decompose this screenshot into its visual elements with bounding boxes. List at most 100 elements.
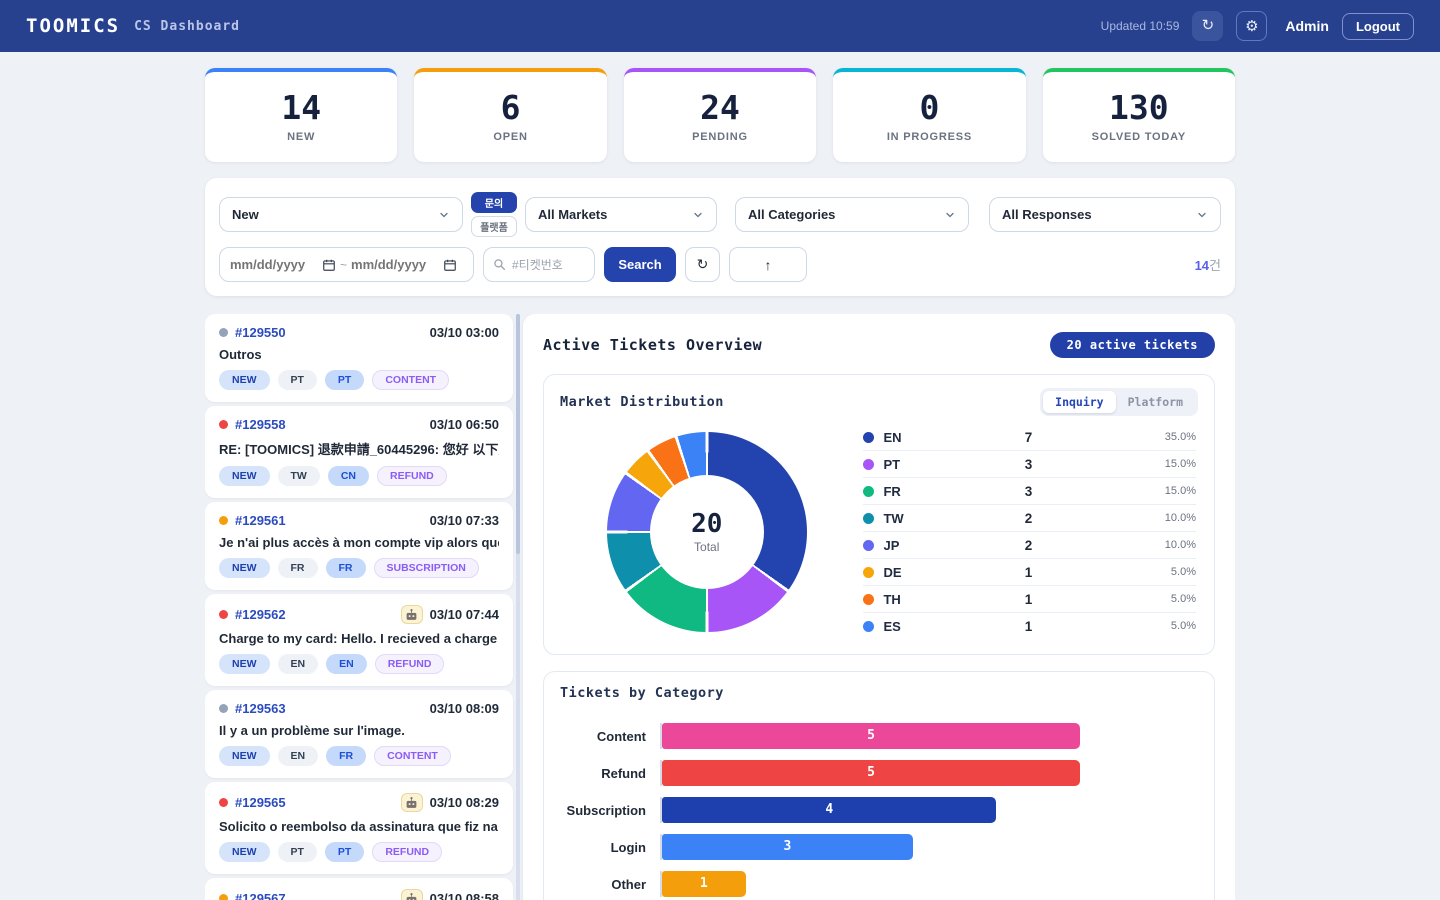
scroll-top-button[interactable]: ↑ xyxy=(729,247,807,282)
ticket-title: Je n'ai plus accès à mon compte vip alor… xyxy=(219,535,499,550)
status-filter-select[interactable]: New xyxy=(219,197,463,232)
legend-count: 3 xyxy=(993,457,1063,472)
result-count: 14건 xyxy=(1195,255,1221,274)
status-dot xyxy=(219,328,228,337)
response-filter-select[interactable]: All Responses xyxy=(989,197,1221,232)
ticket-list-scrollbar[interactable] xyxy=(516,314,520,900)
ticket-search-box xyxy=(483,247,595,282)
category-filter-select[interactable]: All Categories xyxy=(735,197,969,232)
refresh-button[interactable]: ↻ xyxy=(1192,11,1223,41)
ticket-id-link[interactable]: #129561 xyxy=(235,513,286,528)
bot-reply-icon xyxy=(401,793,423,812)
chart-mode-toggle: Inquiry Platform xyxy=(1040,388,1198,416)
market-donut-chart: 20 Total xyxy=(607,432,807,632)
bot-reply-icon xyxy=(401,605,423,624)
filter-bar: New 문의 플랫폼 All Markets All Categories Al… xyxy=(205,178,1235,296)
legend-color-dot xyxy=(863,540,874,551)
stat-card-new[interactable]: 14NEW xyxy=(205,68,397,162)
toggle-platform[interactable]: 플랫폼 xyxy=(471,216,517,237)
stat-card-in-progress[interactable]: 0IN PROGRESS xyxy=(833,68,1025,162)
bar-row: Login3 xyxy=(560,834,1198,860)
ticket-id-link[interactable]: #129550 xyxy=(235,325,286,340)
legend-row: TH15.0% xyxy=(863,586,1196,613)
app-subtitle: CS Dashboard xyxy=(134,19,240,34)
legend-label: TH xyxy=(883,592,993,607)
legend-row: JP210.0% xyxy=(863,532,1196,559)
logout-button[interactable]: Logout xyxy=(1342,13,1414,40)
bar-category-label: Other xyxy=(560,877,660,892)
ticket-id-link[interactable]: #129563 xyxy=(235,701,286,716)
ticket-id-link[interactable]: #129558 xyxy=(235,417,286,432)
bar-row: Content5 xyxy=(560,723,1198,749)
legend-count: 2 xyxy=(993,538,1063,553)
stat-label: OPEN xyxy=(493,131,527,143)
status-dot xyxy=(219,894,228,900)
market-legend: EN735.0%PT315.0%FR315.0%TW210.0%JP210.0%… xyxy=(853,422,1198,641)
status-dot xyxy=(219,516,228,525)
ticket-tag-category: REFUND xyxy=(372,842,442,862)
stat-value: 0 xyxy=(919,91,939,126)
ticket-timestamp: 03/10 03:00 xyxy=(430,325,499,340)
donut-total-label: Total xyxy=(694,540,719,554)
ticket-id-link[interactable]: #129567 xyxy=(235,891,286,900)
legend-percent: 10.0% xyxy=(1063,539,1196,551)
active-tickets-overview-panel: Active Tickets Overview 20 active ticket… xyxy=(523,314,1235,900)
legend-row: FR315.0% xyxy=(863,478,1196,505)
ticket-list-item[interactable]: #12955003/10 03:00OutrosNEWPTPTCONTENT xyxy=(205,314,513,402)
ticket-tag-category: SUBSCRIPTION xyxy=(374,558,479,578)
status-dot xyxy=(219,420,228,429)
legend-color-dot xyxy=(863,594,874,605)
category-bar-chart: Content5Refund5Subscription4Login3Other1 xyxy=(560,723,1198,900)
last-updated-text: Updated 10:59 xyxy=(1101,19,1180,33)
settings-button[interactable]: ⚙ xyxy=(1236,11,1267,41)
legend-row: TW210.0% xyxy=(863,505,1196,532)
ticket-title: RE: [TOOMICS] 退款申請_60445296: 您好 以下交... xyxy=(219,439,499,458)
toggle-inquiry[interactable]: 문의 xyxy=(471,192,517,213)
toggle-platform-tab[interactable]: Platform xyxy=(1116,391,1195,413)
date-from-input[interactable] xyxy=(230,257,318,272)
ticket-list-item[interactable]: #12956203/10 07:44Charge to my card: Hel… xyxy=(205,594,513,686)
legend-count: 7 xyxy=(993,430,1063,445)
legend-label: EN xyxy=(883,430,993,445)
legend-count: 1 xyxy=(993,565,1063,580)
ticket-title: Charge to my card: Hello. I recieved a c… xyxy=(219,631,499,646)
filter-refresh-button[interactable]: ↻ xyxy=(685,247,720,282)
date-separator: ~ xyxy=(340,258,347,272)
bar-segment: 5 xyxy=(662,723,1080,749)
stat-value: 130 xyxy=(1109,91,1169,126)
stat-card-solved-today[interactable]: 130SOLVED TODAY xyxy=(1043,68,1235,162)
ticket-tag-lang: PT xyxy=(325,842,364,862)
ticket-tag-status: NEW xyxy=(219,558,270,578)
legend-label: ES xyxy=(883,619,993,634)
legend-color-dot xyxy=(863,486,874,497)
ticket-list-item[interactable]: #12956303/10 08:09Il y a un problème sur… xyxy=(205,690,513,778)
date-to-input[interactable] xyxy=(351,257,439,272)
status-dot xyxy=(219,610,228,619)
inquiry-platform-toggle: 문의 플랫폼 xyxy=(471,192,517,237)
ticket-timestamp: 03/10 08:29 xyxy=(430,795,499,810)
stat-value: 14 xyxy=(281,91,321,126)
chevron-down-icon xyxy=(1196,209,1208,221)
market-filter-select[interactable]: All Markets xyxy=(525,197,717,232)
top-navbar: TOOMICS CS Dashboard Updated 10:59 ↻ ⚙ A… xyxy=(0,0,1440,52)
ticket-id-link[interactable]: #129562 xyxy=(235,607,286,622)
ticket-tag-status: NEW xyxy=(219,842,270,862)
toggle-inquiry-tab[interactable]: Inquiry xyxy=(1043,391,1115,413)
stat-card-open[interactable]: 6OPEN xyxy=(414,68,606,162)
ticket-list-item[interactable]: #12956503/10 08:29Solicito o reembolso d… xyxy=(205,782,513,874)
ticket-list-item[interactable]: #12956103/10 07:33Je n'ai plus accès à m… xyxy=(205,502,513,590)
ticket-tag-market: FR xyxy=(278,558,318,578)
chevron-down-icon xyxy=(438,209,450,221)
ticket-search-input[interactable] xyxy=(512,258,584,272)
legend-label: FR xyxy=(883,484,993,499)
search-button[interactable]: Search xyxy=(604,247,676,282)
stat-card-pending[interactable]: 24PENDING xyxy=(624,68,816,162)
legend-row: ES15.0% xyxy=(863,613,1196,639)
ticket-list-item[interactable]: #12955803/10 06:50RE: [TOOMICS] 退款申請_604… xyxy=(205,406,513,498)
ticket-id-link[interactable]: #129565 xyxy=(235,795,286,810)
ticket-title: Il y a un problème sur l'image. xyxy=(219,723,499,738)
ticket-tag-market: PT xyxy=(278,842,317,862)
ticket-list-item[interactable]: #12956703/10 08:58ต้องการยกเลิกสมาชิก vi… xyxy=(205,878,513,900)
legend-color-dot xyxy=(863,621,874,632)
scrollbar-thumb[interactable] xyxy=(516,314,520,554)
